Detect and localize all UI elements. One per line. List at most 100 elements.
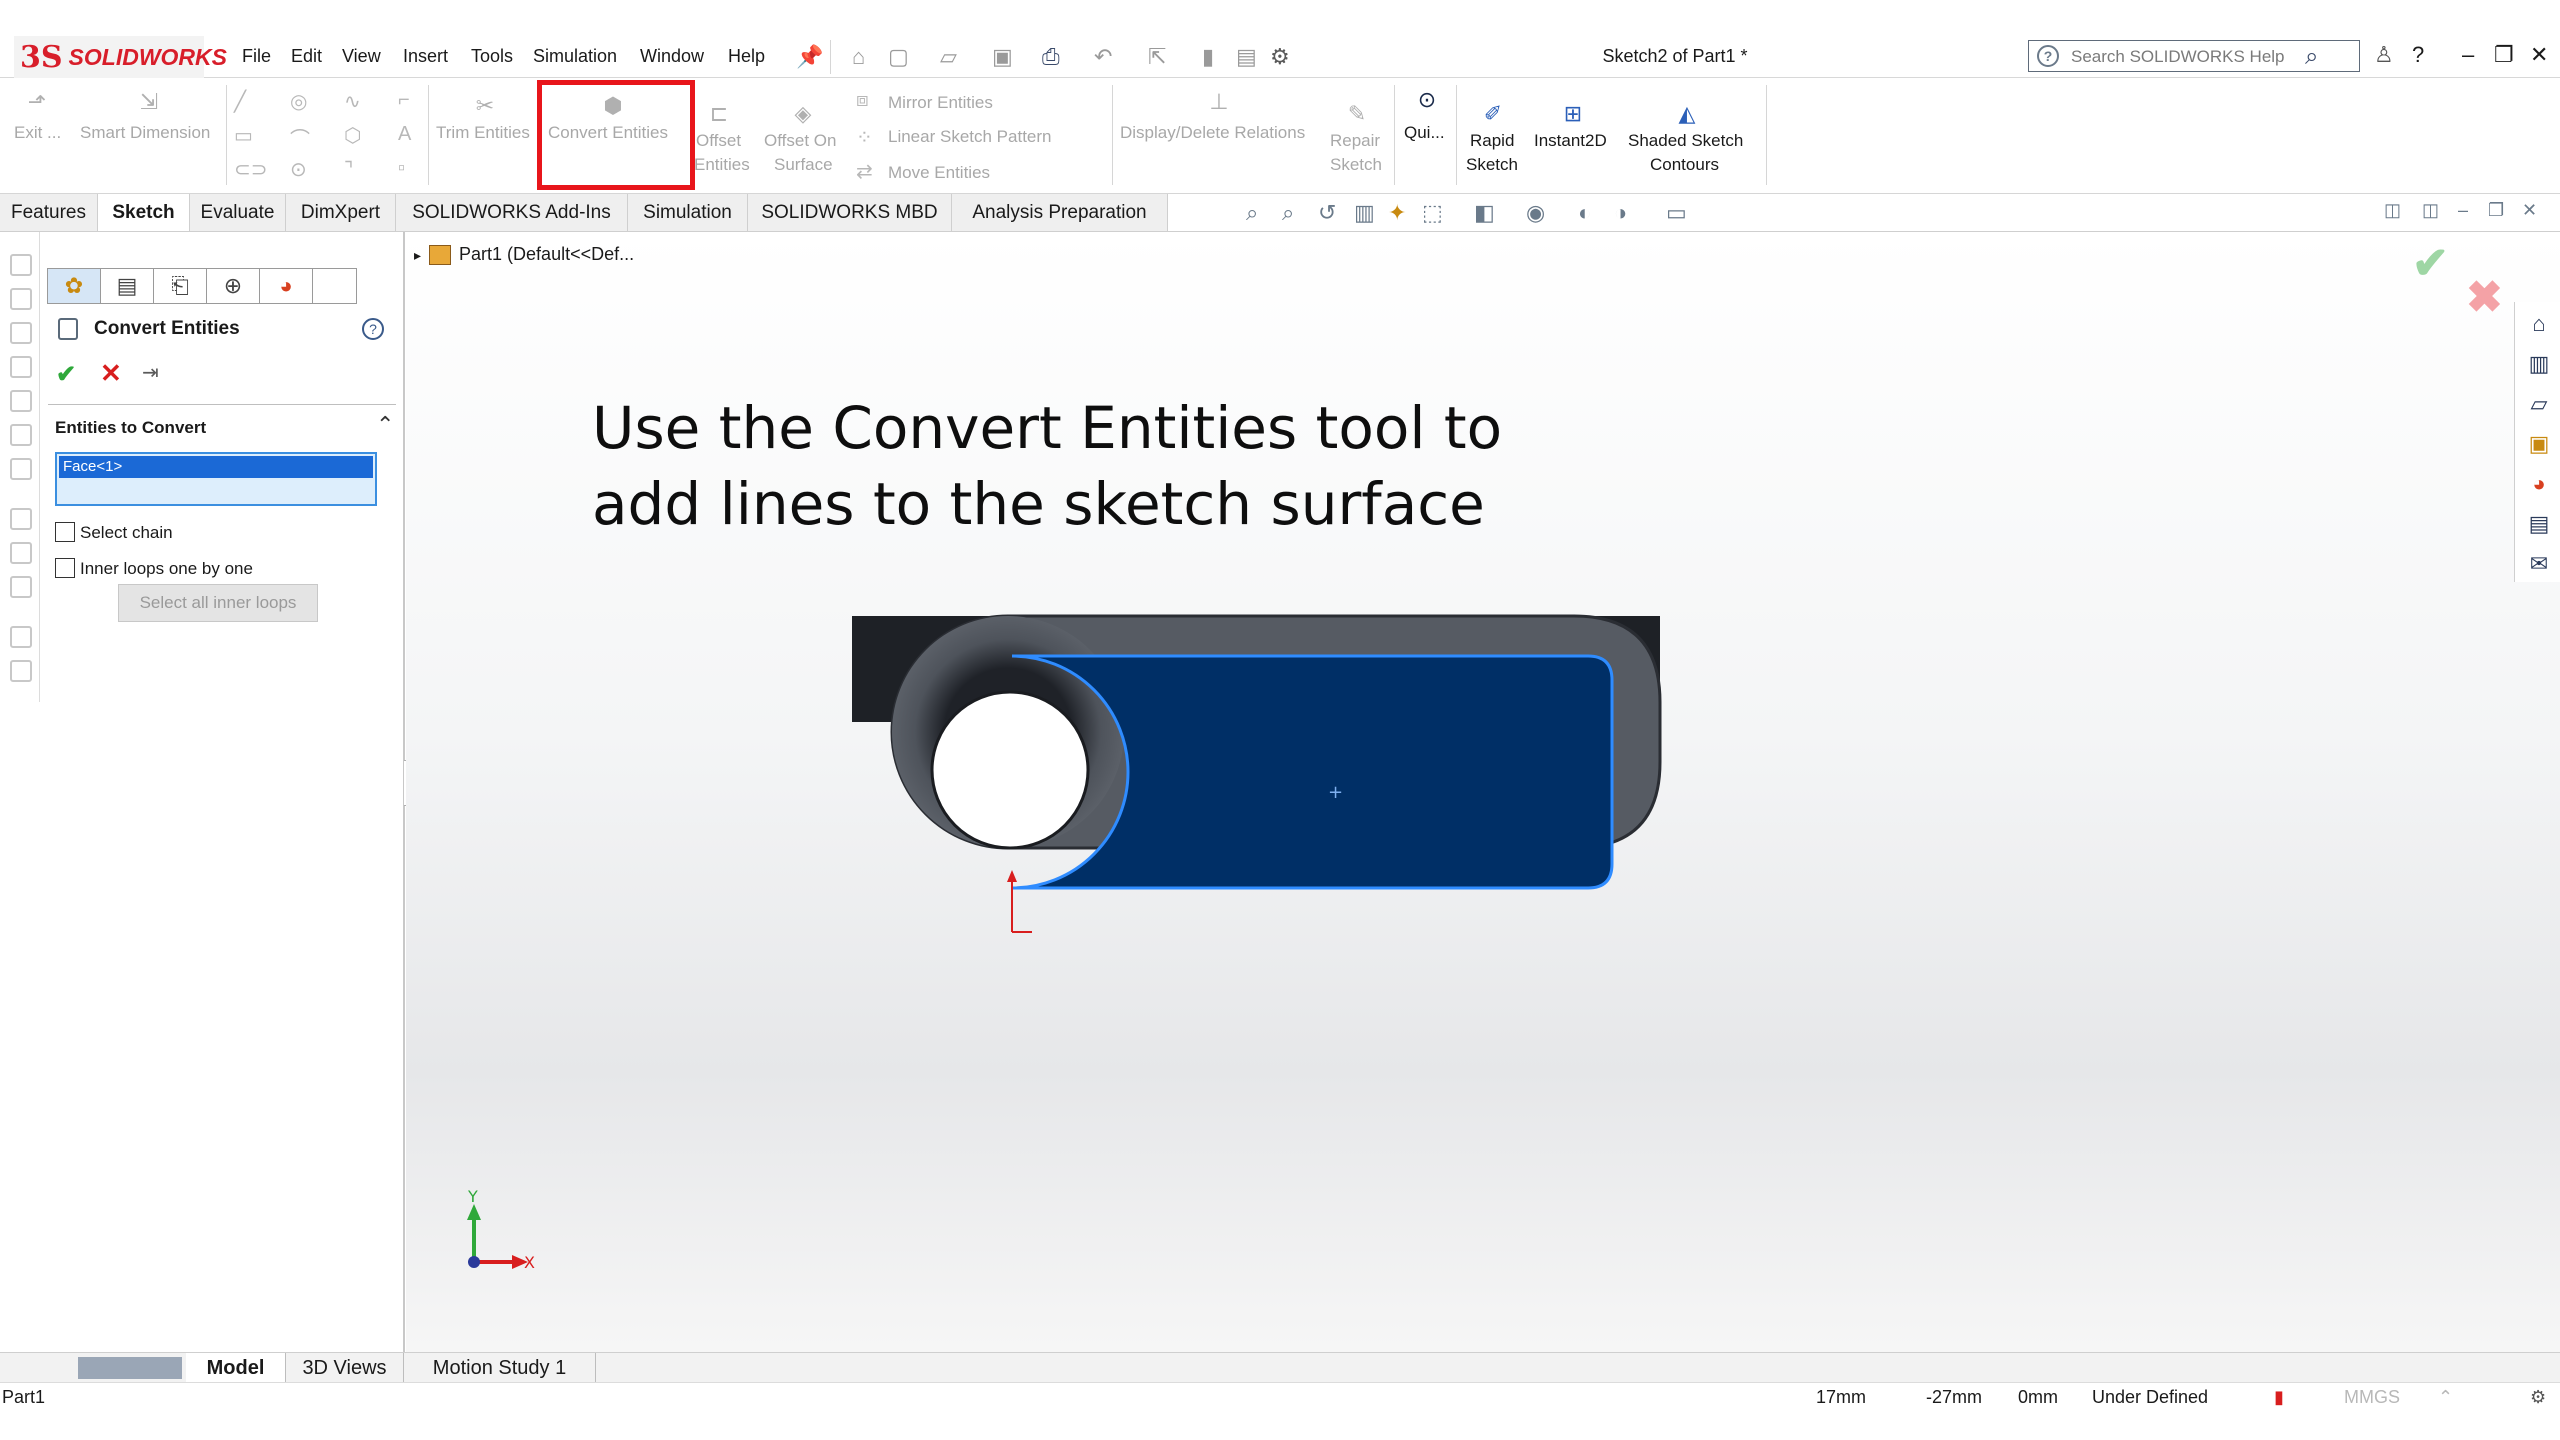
offset-entities-label-2[interactable]: Entities (694, 153, 750, 177)
exit-sketch-icon[interactable]: ⬏ (24, 89, 50, 115)
open-folder-icon[interactable]: ▱ (940, 44, 957, 70)
strip-tool-icon[interactable] (10, 660, 32, 682)
print-icon[interactable]: ⎙ (1042, 44, 1060, 70)
strip-tool-icon[interactable] (10, 458, 32, 480)
menu-insert[interactable]: Insert (403, 46, 448, 67)
featuremanager-tab-icon[interactable]: ✿ (48, 269, 101, 303)
arc-icon[interactable]: ⌒ (290, 123, 310, 152)
menu-window[interactable]: Window (640, 46, 704, 67)
shaded-sketch-label-2[interactable]: Contours (1650, 153, 1719, 177)
view-palette-icon[interactable]: ▣ (2527, 432, 2551, 456)
strip-tool-icon[interactable] (10, 390, 32, 412)
file-properties-icon[interactable]: ▤ (1236, 44, 1257, 70)
forum-icon[interactable]: ✉ (2527, 552, 2551, 576)
solidworks-resources-icon[interactable]: ⌂ (2527, 312, 2551, 336)
design-library-icon[interactable]: ▥ (2527, 352, 2551, 376)
smart-dimension-icon[interactable]: ⇲ (136, 89, 162, 115)
line-icon[interactable]: ╱ (234, 89, 246, 114)
offset-on-surface-icon[interactable]: ◈ (790, 101, 816, 127)
instant2d-icon[interactable]: ⊞ (1560, 101, 1586, 127)
exit-sketch-button[interactable]: Exit ... (14, 121, 61, 145)
restore-icon[interactable]: ❐ (2494, 42, 2514, 68)
selected-entity-item[interactable]: Face<1> (59, 456, 373, 478)
select-cursor-icon[interactable]: ⇱ (1148, 44, 1166, 70)
pin-icon[interactable]: 📌 (796, 44, 823, 70)
instant2d-button[interactable]: Instant2D (1534, 129, 1607, 153)
circle-icon[interactable]: ◎ (290, 89, 307, 114)
help-menu-icon[interactable]: ? (2412, 42, 2424, 68)
offset-entities-label-1[interactable]: Offset (696, 129, 741, 153)
tab-sketch[interactable]: Sketch (98, 194, 190, 232)
offset-on-surface-label-1[interactable]: Offset On (764, 129, 836, 153)
tab-scroll-buttons[interactable] (78, 1357, 182, 1379)
move-icon[interactable]: ⇄ (856, 159, 873, 184)
tab-solidworks-mbd[interactable]: SOLIDWORKS MBD (748, 194, 952, 232)
menu-edit[interactable]: Edit (291, 46, 322, 67)
tab-features[interactable]: Features (0, 194, 98, 232)
menu-simulation[interactable]: Simulation (533, 46, 617, 67)
mirror-icon[interactable]: ⧈ (856, 89, 869, 112)
pm-ok-icon[interactable]: ✔ (56, 360, 76, 389)
tab-motion-study-1[interactable]: Motion Study 1 (404, 1353, 596, 1383)
repair-sketch-label-1[interactable]: Repair (1330, 129, 1380, 153)
save-icon[interactable]: ▣ (992, 44, 1013, 70)
inner-loops-checkbox[interactable] (55, 558, 75, 578)
previous-view-icon[interactable]: ↺ (1318, 200, 1336, 226)
status-unit-system[interactable]: MMGS (2344, 1387, 2400, 1408)
propertymanager-tab-icon[interactable]: ▤ (101, 269, 154, 303)
unit-dropdown-icon[interactable]: ⌃ (2438, 1387, 2453, 1408)
undo-icon[interactable]: ↶ (1094, 44, 1112, 70)
slot-icon[interactable]: ⊂⊃ (234, 157, 268, 182)
strip-tool-icon[interactable] (10, 576, 32, 598)
trim-entities-button[interactable]: Trim Entities (436, 121, 530, 145)
minimize-icon[interactable]: – (2462, 42, 2474, 68)
strip-tool-icon[interactable] (10, 424, 32, 446)
menu-view[interactable]: View (342, 46, 381, 67)
text-icon[interactable]: A (398, 123, 411, 146)
section-view-icon[interactable]: ▥ (1354, 200, 1375, 226)
display-style-icon[interactable]: ◧ (1474, 200, 1495, 226)
menu-tools[interactable]: Tools (471, 46, 513, 67)
display-delete-relations-button[interactable]: Display/Delete Relations (1120, 121, 1305, 145)
search-icon[interactable]: ⌕ (2305, 43, 2318, 71)
pane-tile-left-icon[interactable]: ◫ (2384, 200, 2401, 221)
edit-appearance-icon[interactable]: ◐ (1578, 200, 1591, 226)
dynamic-annotation-icon[interactable]: ✦ (1388, 200, 1406, 226)
file-explorer-icon[interactable]: ▱ (2527, 392, 2551, 416)
select-all-inner-loops-button[interactable]: Select all inner loops (118, 584, 318, 622)
rectangle-icon[interactable]: ▭ (234, 123, 253, 148)
mirror-entities-button[interactable]: Mirror Entities (888, 91, 993, 115)
hide-show-items-icon[interactable]: ◉ (1526, 200, 1545, 226)
sketch-fillet-icon[interactable]: ⌐ (398, 89, 410, 112)
menu-help[interactable]: Help (728, 46, 765, 67)
zoom-to-area-icon[interactable]: ⌕ (1282, 200, 1294, 226)
select-chain-checkbox[interactable] (55, 522, 75, 542)
strip-tool-icon[interactable] (10, 254, 32, 276)
tab-solidworks-addins[interactable]: SOLIDWORKS Add-Ins (396, 194, 628, 232)
user-account-icon[interactable]: ♙ (2374, 42, 2394, 68)
feature-tree-flyout[interactable]: ▸ Part1 (Default<<Def... (414, 244, 634, 266)
tab-analysis-preparation[interactable]: Analysis Preparation (952, 194, 1168, 232)
view-orientation-icon[interactable]: ⬚ (1422, 200, 1443, 226)
rapid-sketch-label-2[interactable]: Sketch (1466, 153, 1518, 177)
linear-sketch-pattern-button[interactable]: Linear Sketch Pattern (888, 125, 1051, 149)
entities-selection-box[interactable]: Face<1> (55, 452, 377, 506)
point-icon[interactable]: ⊙ (290, 157, 307, 182)
doc-close-icon[interactable]: ✕ (2522, 200, 2537, 221)
section-header-entities[interactable]: Entities to Convert (55, 418, 206, 438)
move-entities-button[interactable]: Move Entities (888, 161, 990, 185)
options-gear-icon[interactable]: ⚙ (1270, 44, 1290, 70)
polygon-icon[interactable]: ⬡ (344, 123, 361, 148)
pm-pushpin-icon[interactable]: ⇥ (142, 360, 159, 385)
custom-properties-icon[interactable]: ▤ (2527, 512, 2551, 536)
shaded-sketch-label-1[interactable]: Shaded Sketch (1628, 129, 1743, 153)
solidworks-logo[interactable]: 3S SOLIDWORKS (14, 36, 227, 78)
zoom-to-fit-icon[interactable]: ⌕ (1246, 200, 1258, 226)
rebuild-icon[interactable]: ▮ (1202, 44, 1214, 70)
status-bar-options-icon[interactable]: ⚙ (2530, 1387, 2546, 1408)
trim-icon[interactable]: ✂ (472, 93, 498, 119)
configurationmanager-tab-icon[interactable]: ⎗ (154, 269, 207, 303)
appearances-icon[interactable]: ◕ (2527, 472, 2551, 496)
linear-pattern-icon[interactable]: ⁘ (856, 125, 873, 150)
confirm-cancel-icon[interactable]: ✖ (2466, 272, 2503, 323)
